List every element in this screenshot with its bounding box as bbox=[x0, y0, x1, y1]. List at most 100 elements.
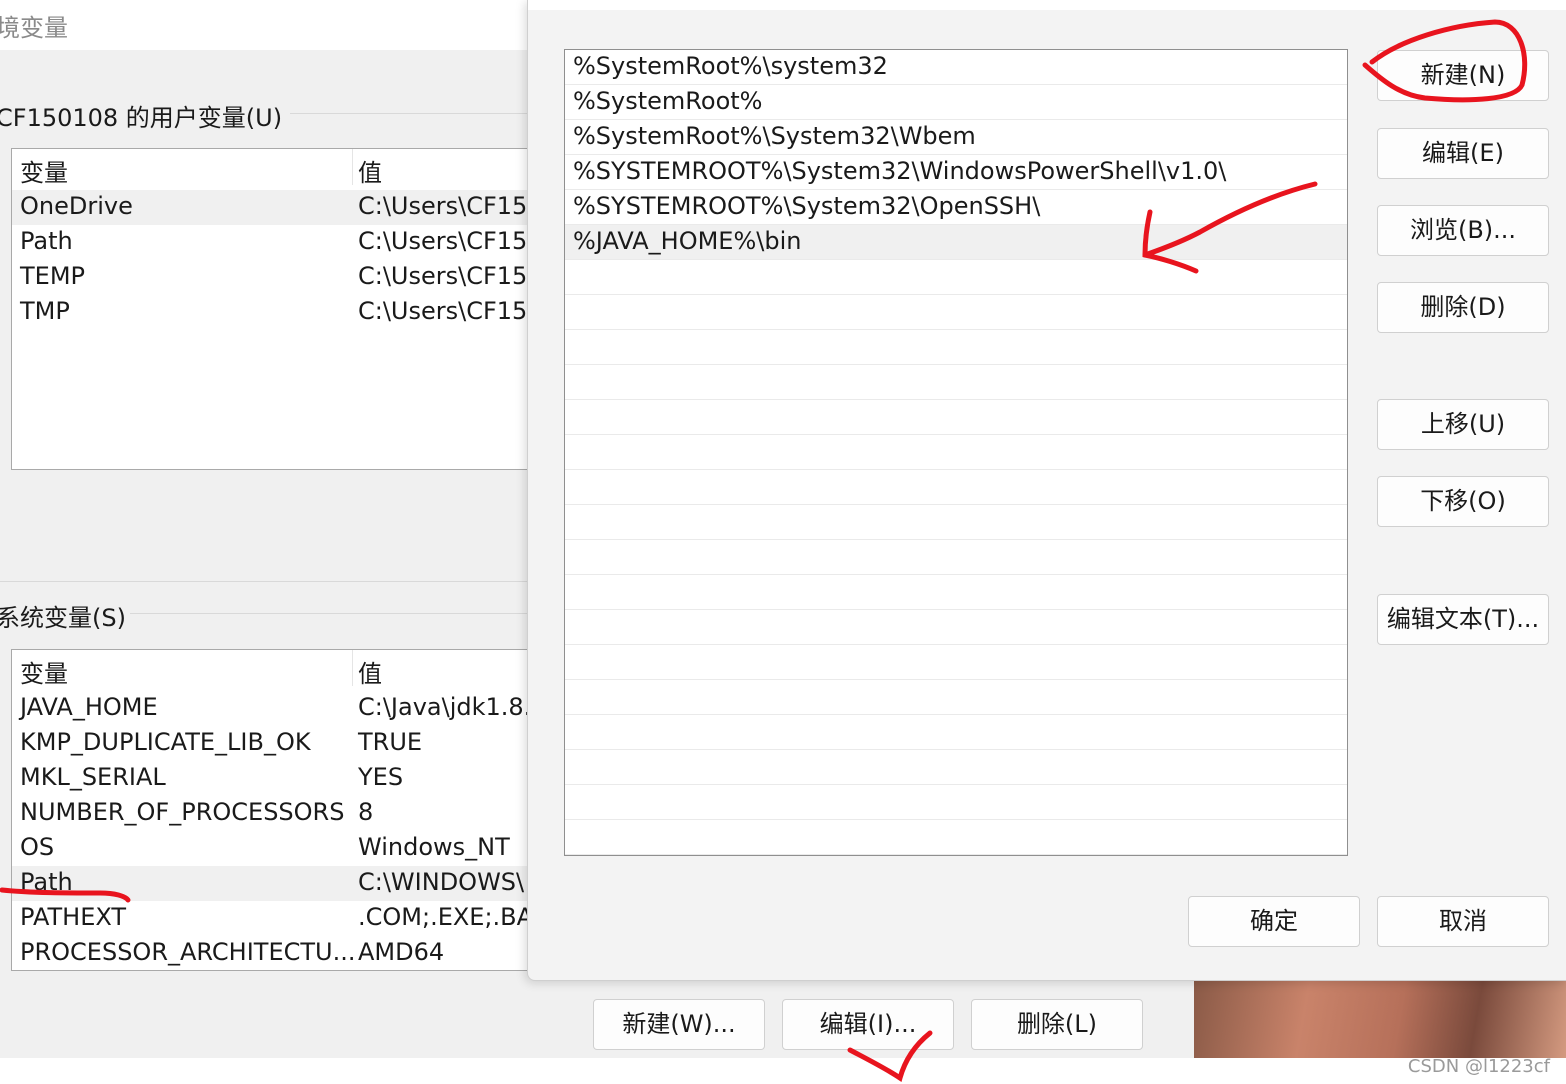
empty-list-row[interactable] bbox=[565, 260, 1347, 295]
empty-list-row[interactable] bbox=[565, 295, 1347, 330]
variable-name: PATHEXT bbox=[20, 903, 127, 931]
background-photo bbox=[1194, 980, 1566, 1058]
user-variables-label: CF150108 的用户变量(U) bbox=[0, 104, 283, 132]
table-row[interactable]: TEMP C:\Users\CF150 bbox=[12, 260, 542, 295]
path-entry: %SystemRoot%\system32 bbox=[573, 52, 888, 80]
table-row[interactable]: Path C:\Users\CF150 bbox=[12, 225, 542, 260]
group-divider bbox=[130, 613, 530, 614]
ok-button[interactable]: 确定 bbox=[1188, 896, 1360, 947]
system-variables-label: 系统变量(S) bbox=[0, 604, 126, 632]
variable-name: NUMBER_OF_PROCESSORS bbox=[20, 798, 345, 826]
delete-entry-button[interactable]: 删除(D) bbox=[1377, 282, 1549, 333]
variable-value: C:\Users\CF150 bbox=[358, 297, 543, 325]
table-row-selected[interactable]: Path C:\WINDOWS\ bbox=[12, 866, 542, 901]
new-system-variable-button[interactable]: 新建(W)... bbox=[593, 999, 765, 1050]
variable-value: C:\WINDOWS\ bbox=[358, 868, 525, 896]
empty-list-row[interactable] bbox=[565, 470, 1347, 505]
variable-name: PROCESSOR_ARCHITECTU... bbox=[20, 938, 356, 966]
empty-list-row[interactable] bbox=[565, 645, 1347, 680]
variable-value: AMD64 bbox=[358, 938, 445, 966]
empty-list-row[interactable] bbox=[565, 610, 1347, 645]
variable-name: OneDrive bbox=[20, 192, 133, 220]
watermark: CSDN @l1223cf bbox=[1407, 1056, 1550, 1077]
move-up-button[interactable]: 上移(U) bbox=[1377, 399, 1549, 450]
delete-system-variable-button[interactable]: 删除(L) bbox=[971, 999, 1143, 1050]
new-entry-button[interactable]: 新建(N) bbox=[1377, 50, 1549, 101]
path-entry: %SYSTEMROOT%\System32\WindowsPowerShell\… bbox=[573, 157, 1227, 185]
empty-list-row[interactable] bbox=[565, 435, 1347, 470]
variable-name: OS bbox=[20, 833, 55, 861]
column-separator[interactable] bbox=[352, 650, 353, 686]
list-item[interactable]: %SYSTEMROOT%\System32\WindowsPowerShell\… bbox=[565, 155, 1347, 190]
empty-list-row[interactable] bbox=[565, 575, 1347, 610]
table-row[interactable]: PROCESSOR_ARCHITECTU... AMD64 bbox=[12, 936, 542, 970]
dialog-title-bar bbox=[528, 0, 1566, 10]
group-divider bbox=[0, 581, 530, 582]
path-entries-list[interactable]: %SystemRoot%\system32 %SystemRoot% %Syst… bbox=[564, 49, 1348, 856]
edit-entry-button[interactable]: 编辑(E) bbox=[1377, 128, 1549, 179]
path-entry: %JAVA_HOME%\bin bbox=[573, 227, 802, 255]
table-header: 变量 值 bbox=[12, 650, 542, 689]
column-header-value[interactable]: 值 bbox=[358, 153, 382, 188]
window-title: 境变量 bbox=[0, 14, 68, 42]
empty-list-row[interactable] bbox=[565, 785, 1347, 820]
table-header: 变量 值 bbox=[12, 149, 542, 188]
column-header-name[interactable]: 变量 bbox=[20, 654, 68, 689]
cancel-button[interactable]: 取消 bbox=[1377, 896, 1549, 947]
column-header-name[interactable]: 变量 bbox=[20, 153, 68, 188]
footer-strip bbox=[0, 1058, 1566, 1084]
empty-list-row[interactable] bbox=[565, 750, 1347, 785]
table-row[interactable]: MKL_SERIAL YES bbox=[12, 761, 542, 796]
edit-system-variable-button[interactable]: 编辑(I)... bbox=[782, 999, 954, 1050]
list-item-selected[interactable]: %JAVA_HOME%\bin bbox=[565, 225, 1347, 260]
empty-list-row[interactable] bbox=[565, 715, 1347, 750]
empty-list-row[interactable] bbox=[565, 505, 1347, 540]
column-header-value[interactable]: 值 bbox=[358, 654, 382, 689]
variable-name: KMP_DUPLICATE_LIB_OK bbox=[20, 728, 311, 756]
column-separator[interactable] bbox=[352, 149, 353, 185]
variable-value: C:\Users\CF150 bbox=[358, 262, 543, 290]
table-row[interactable]: TMP C:\Users\CF150 bbox=[12, 295, 542, 330]
empty-list-row[interactable] bbox=[565, 540, 1347, 575]
path-entry: %SYSTEMROOT%\System32\OpenSSH\ bbox=[573, 192, 1041, 220]
list-item[interactable]: %SystemRoot% bbox=[565, 85, 1347, 120]
system-variables-table[interactable]: 变量 值 JAVA_HOME C:\Java\jdk1.8.0 KMP_DUPL… bbox=[11, 649, 543, 971]
variable-name: TEMP bbox=[20, 262, 86, 290]
variable-value: C:\Java\jdk1.8.0 bbox=[358, 693, 543, 721]
move-down-button[interactable]: 下移(O) bbox=[1377, 476, 1549, 527]
variable-value: .COM;.EXE;.BAT bbox=[358, 903, 543, 931]
empty-list-row[interactable] bbox=[565, 400, 1347, 435]
variable-value: Windows_NT bbox=[358, 833, 510, 861]
list-item[interactable]: %SystemRoot%\System32\Wbem bbox=[565, 120, 1347, 155]
variable-value: YES bbox=[358, 763, 404, 791]
group-divider bbox=[290, 113, 530, 114]
table-row[interactable]: NUMBER_OF_PROCESSORS 8 bbox=[12, 796, 542, 831]
user-variables-table[interactable]: 变量 值 OneDrive C:\Users\CF150 Path C:\Use… bbox=[11, 148, 543, 470]
variable-name: TMP bbox=[20, 297, 70, 325]
browse-button[interactable]: 浏览(B)... bbox=[1377, 205, 1549, 256]
table-row[interactable]: OS Windows_NT bbox=[12, 831, 542, 866]
edit-environment-variable-dialog: %SystemRoot%\system32 %SystemRoot% %Syst… bbox=[527, 0, 1566, 981]
variable-name: Path bbox=[20, 227, 73, 255]
empty-list-row[interactable] bbox=[565, 330, 1347, 365]
table-row[interactable]: JAVA_HOME C:\Java\jdk1.8.0 bbox=[12, 691, 542, 726]
window-title-bar: 境变量 bbox=[0, 0, 540, 50]
empty-list-row[interactable] bbox=[565, 680, 1347, 715]
variable-value: C:\Users\CF150 bbox=[358, 227, 543, 255]
edit-text-button[interactable]: 编辑文本(T)... bbox=[1377, 594, 1549, 645]
variable-value: C:\Users\CF150 bbox=[358, 192, 543, 220]
variable-value: TRUE bbox=[358, 728, 423, 756]
path-entry: %SystemRoot% bbox=[573, 87, 763, 115]
variable-name: JAVA_HOME bbox=[20, 693, 158, 721]
variable-name: MKL_SERIAL bbox=[20, 763, 166, 791]
table-row[interactable]: PATHEXT .COM;.EXE;.BAT bbox=[12, 901, 542, 936]
empty-list-row[interactable] bbox=[565, 820, 1347, 855]
list-item[interactable]: %SystemRoot%\system32 bbox=[565, 50, 1347, 85]
variable-value: 8 bbox=[358, 798, 374, 826]
list-item[interactable]: %SYSTEMROOT%\System32\OpenSSH\ bbox=[565, 190, 1347, 225]
table-row[interactable]: OneDrive C:\Users\CF150 bbox=[12, 190, 542, 225]
empty-list-row[interactable] bbox=[565, 365, 1347, 400]
table-row[interactable]: KMP_DUPLICATE_LIB_OK TRUE bbox=[12, 726, 542, 761]
variable-name: Path bbox=[20, 868, 73, 896]
path-entry: %SystemRoot%\System32\Wbem bbox=[573, 122, 976, 150]
